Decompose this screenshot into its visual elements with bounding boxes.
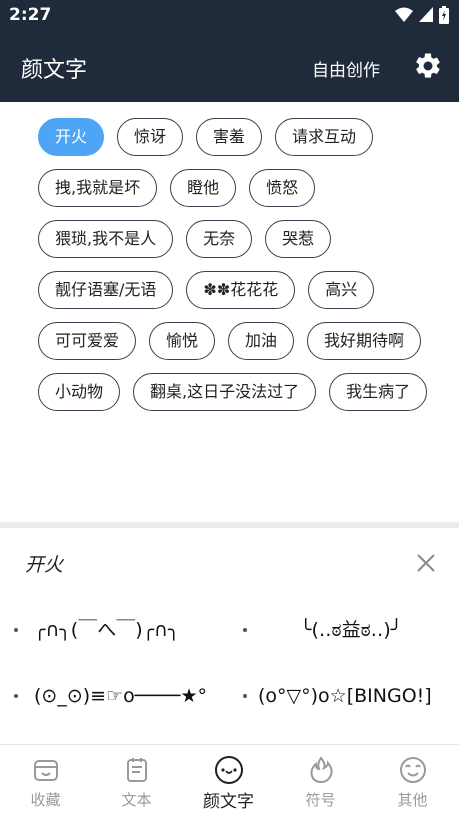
kaomoji-item[interactable]: (o°▽°)o☆[BINGO!] [258, 679, 448, 713]
tag-flowers[interactable]: ✽✽花花花 [186, 271, 296, 309]
nav-text[interactable]: 文本 [91, 745, 182, 816]
tag-shy[interactable]: 害羞 [196, 118, 263, 156]
tag-surprised[interactable]: 惊讶 [117, 118, 184, 156]
tag-cool-bad[interactable]: 拽,我就是坏 [38, 169, 158, 207]
bullet-dot [14, 694, 18, 698]
gear-icon[interactable] [413, 51, 443, 81]
flame-icon [310, 756, 333, 784]
bullet-dot [14, 628, 18, 632]
status-time: 2:27 [9, 5, 52, 25]
tag-flip-table[interactable]: 翻桌,这日子没法过了 [133, 373, 317, 411]
tag-sleazy[interactable]: 猥琐,我不是人 [38, 220, 174, 258]
tag-cute[interactable]: 可可爱爱 [38, 322, 137, 360]
signal-icon [419, 7, 433, 22]
kaomoji-item[interactable]: ╭∩╮(￣へ￣)╭∩╮ [34, 613, 220, 647]
nav-other[interactable]: 其他 [367, 745, 458, 816]
tag-looking-forward[interactable]: 我好期待啊 [307, 322, 422, 360]
tag-speechless[interactable]: 靓仔语塞/无语 [38, 271, 174, 309]
bottom-navigation: 收藏 文本 颜文字 符号 其他 [0, 744, 459, 816]
bullet-dot [243, 694, 247, 698]
bullet-dot [243, 628, 247, 632]
battery-icon [439, 6, 449, 24]
tag-cheer[interactable]: 加油 [228, 322, 295, 360]
notepad-icon [127, 758, 147, 782]
panel-title: 开火 [25, 554, 64, 576]
tag-glare[interactable]: 瞪他 [170, 169, 237, 207]
app-bar: 颜文字 自由创作 [0, 30, 459, 102]
nav-label: 收藏 [30, 791, 61, 809]
tag-helpless[interactable]: 无奈 [186, 220, 253, 258]
tag-angry[interactable]: 愤怒 [249, 169, 316, 207]
nav-label: 其他 [397, 791, 428, 809]
tag-sick[interactable]: 我生病了 [329, 373, 428, 411]
section-divider [0, 522, 459, 528]
kaomoji-face-icon [215, 756, 243, 784]
category-tag-list: 开火 惊讶 害羞 请求互动 拽,我就是坏 瞪他 愤怒 猥琐,我不是人 无奈 哭惹… [0, 102, 459, 522]
kaomoji-item[interactable]: ╰(‥ಠ益ಠ‥)╯ [300, 613, 450, 647]
tag-request-interaction[interactable]: 请求互动 [275, 118, 374, 156]
tag-animals[interactable]: 小动物 [38, 373, 121, 411]
wifi-icon [395, 7, 413, 22]
nav-label: 符号 [305, 791, 336, 809]
nav-favorites[interactable]: 收藏 [0, 745, 91, 816]
kaomoji-item[interactable]: (⊙_⊙)≡☞o────★° [34, 679, 214, 713]
nav-symbols[interactable]: 符号 [275, 745, 366, 816]
tag-happy[interactable]: 高兴 [308, 271, 375, 309]
close-icon[interactable] [415, 552, 437, 574]
favorites-box-icon [34, 760, 58, 781]
nav-label: 文本 [121, 791, 152, 809]
tag-joyful[interactable]: 愉悦 [149, 322, 216, 360]
status-bar: 2:27 [0, 0, 459, 30]
page-title: 颜文字 [21, 58, 88, 83]
smiley-icon [400, 757, 426, 783]
status-icons [395, 6, 449, 24]
free-create-button[interactable]: 自由创作 [312, 56, 380, 81]
tag-fire[interactable]: 开火 [38, 118, 105, 156]
nav-label: 颜文字 [203, 792, 254, 812]
tag-crying[interactable]: 哭惹 [265, 220, 332, 258]
nav-kaomoji[interactable]: 颜文字 [183, 745, 274, 816]
